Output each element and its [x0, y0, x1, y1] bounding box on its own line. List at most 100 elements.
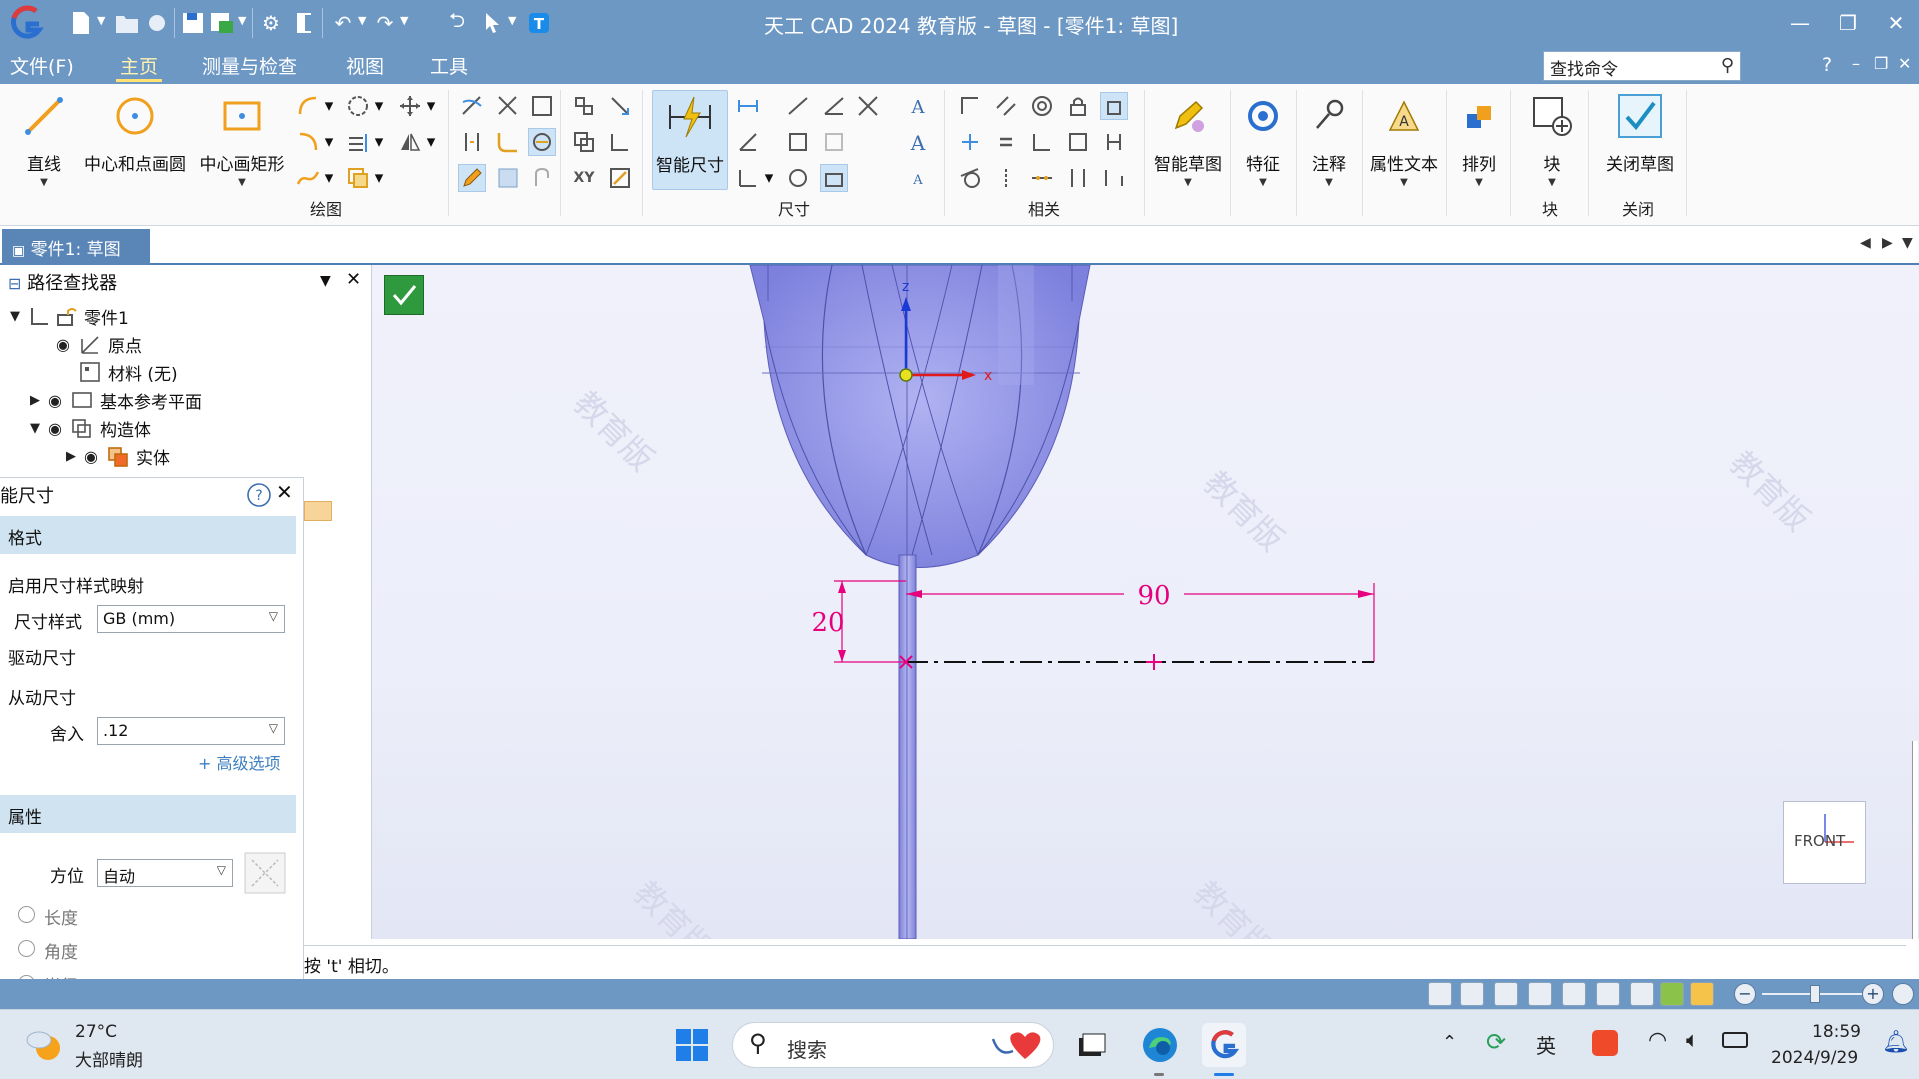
split-icon[interactable]	[458, 128, 486, 156]
shading-icon[interactable]	[1660, 982, 1684, 1006]
maintain-relation-icon[interactable]	[1100, 128, 1128, 156]
sketch-item-icon[interactable]	[304, 501, 332, 521]
expand-right-icon[interactable]: ▶	[30, 393, 48, 408]
radius-dimension-icon[interactable]	[784, 164, 812, 192]
sync-icon[interactable]: ⟳	[1486, 1028, 1506, 1056]
format-section-header[interactable]: 格式	[0, 516, 296, 554]
document-tab[interactable]: ▣ 零件1: 草图	[2, 229, 150, 265]
horizontal-vertical-icon[interactable]	[1064, 164, 1092, 192]
angle-coordinate-icon[interactable]	[820, 92, 848, 120]
panel-close-icon[interactable]: ✕	[346, 269, 361, 290]
windows-start-icon[interactable]	[670, 1023, 714, 1067]
mirror-icon[interactable]	[396, 128, 424, 156]
enable-style-mapping-checkbox[interactable]: 启用尺寸样式映射	[8, 572, 144, 597]
menu-tab-home[interactable]: 主页	[116, 52, 163, 82]
taskbar-search-box[interactable]: ⚲ 搜索	[732, 1022, 1054, 1068]
symmetric-dimension-icon[interactable]	[784, 92, 812, 120]
app-logo-icon[interactable]	[6, 4, 46, 42]
length-radio[interactable]	[18, 906, 35, 923]
command-search-input[interactable]: 查找命令 ⚲	[1543, 51, 1741, 81]
chevron-down-icon[interactable]: ▾	[372, 164, 386, 192]
attribute-section-header[interactable]: 属性	[0, 795, 296, 833]
tree-item-origin[interactable]: ◉ 原点	[56, 331, 142, 357]
dimension-style-icon[interactable]	[820, 164, 848, 192]
help-icon[interactable]: ?	[1822, 54, 1832, 76]
notification-bell-icon[interactable]: 🔔︎	[1882, 1030, 1910, 1055]
wifi-icon[interactable]: ◠	[1648, 1028, 1667, 1053]
advanced-options-link[interactable]: + 高级选项	[198, 750, 281, 774]
clock-time[interactable]: 18:59	[1812, 1022, 1861, 1042]
orientation-options-icon[interactable]	[244, 852, 286, 894]
edit-dimension-icon[interactable]	[606, 164, 634, 192]
grid-icon[interactable]	[570, 92, 598, 120]
tree-item-ref-planes[interactable]: ▶ ◉ 基本参考平面	[30, 387, 202, 413]
relation-assistant-icon[interactable]	[1100, 164, 1128, 192]
driven-dimension-radio[interactable]: 从动尺寸	[8, 684, 76, 709]
hatch-icon[interactable]	[494, 164, 522, 192]
angle-dimension-icon[interactable]	[734, 128, 762, 156]
select-dropdown[interactable]: ▼	[508, 14, 520, 28]
lock-relation-icon[interactable]	[1064, 92, 1092, 120]
menu-tab-measure[interactable]: 测量与检查	[202, 52, 297, 82]
sketch-dimensions[interactable]: 20 90	[811, 579, 1375, 670]
arrange-button[interactable]: 排列 ▼	[1452, 90, 1506, 188]
project-icon[interactable]	[528, 128, 556, 156]
zoom-reset-icon[interactable]	[1892, 983, 1914, 1005]
model-canvas[interactable]: 教育版 教育版 教育版 教育版 教育版 z x 20 90	[372, 265, 1919, 939]
chevron-down-icon[interactable]: ▾	[322, 164, 336, 192]
view-display-icon[interactable]	[1460, 982, 1484, 1006]
accept-checkmark-button[interactable]	[384, 275, 424, 315]
minimize-icon[interactable]: —	[1780, 8, 1820, 38]
angle-radio[interactable]	[18, 940, 35, 957]
sketch-pencil-icon[interactable]	[458, 164, 486, 192]
save-dropdown[interactable]: ▼	[238, 14, 250, 28]
scale-icon[interactable]	[606, 92, 634, 120]
open-file-icon[interactable]	[112, 8, 142, 38]
smart-sketch-button[interactable]: 智能草图 ▼	[1150, 90, 1226, 188]
corner-icon[interactable]	[528, 92, 556, 120]
dimension-90-label[interactable]: 90	[1137, 581, 1170, 611]
menu-tab-tools[interactable]: 工具	[430, 52, 468, 82]
view-camera-icon[interactable]	[1428, 982, 1452, 1006]
redo-dropdown[interactable]: ▼	[400, 14, 412, 28]
menu-tab-view[interactable]: 视图	[346, 52, 384, 82]
edge-browser-icon[interactable]	[1138, 1023, 1182, 1067]
zoom-icon[interactable]	[1528, 982, 1552, 1006]
orientation-select[interactable]: 自动 ▽	[97, 859, 233, 887]
viewport-side-tab[interactable]	[1912, 741, 1918, 939]
chevron-down-icon[interactable]: ▼	[40, 177, 48, 188]
symmetric-relation-icon[interactable]	[992, 164, 1020, 192]
expand-right-icon[interactable]: ▶	[66, 449, 84, 464]
fit-view-icon[interactable]	[1562, 982, 1586, 1006]
visibility-eye-icon[interactable]: ◉	[48, 391, 70, 410]
zoom-area-icon[interactable]	[1494, 982, 1518, 1006]
connect-relation-icon[interactable]	[956, 92, 984, 120]
center-point-circle-button[interactable]: 中心和点画圆	[80, 90, 190, 175]
coordinate-dimension-icon[interactable]	[734, 164, 762, 192]
panel-close-icon[interactable]: ✕	[276, 480, 293, 504]
new-file-icon[interactable]	[66, 8, 96, 38]
visibility-eye-icon[interactable]: ◉	[84, 447, 106, 466]
pan-icon[interactable]	[1596, 982, 1620, 1006]
chevron-down-icon[interactable]: ▾	[322, 128, 336, 156]
round-select[interactable]: .12 ▽	[97, 717, 285, 745]
annotation-button[interactable]: 注释 ▼	[1302, 90, 1356, 188]
block-button[interactable]: 块 ▼	[1524, 90, 1580, 188]
panel-menu-icon[interactable]: ▼	[320, 273, 331, 289]
chevron-down-icon[interactable]: ▼	[1259, 177, 1267, 188]
taskbar-cad-app-icon[interactable]	[1202, 1023, 1246, 1067]
rotate-view-icon[interactable]	[1630, 982, 1654, 1006]
3d-viewport[interactable]: 教育版 教育版 教育版 教育版 教育版 z x 20 90 FRONT	[372, 265, 1919, 939]
include-icon[interactable]	[528, 164, 556, 192]
collinear-relation-icon[interactable]	[1028, 164, 1056, 192]
property-text-button[interactable]: A 属性文本 ▼	[1366, 90, 1442, 188]
tab-next-icon[interactable]: ▶	[1882, 235, 1893, 251]
line-button[interactable]: 直线 ▼	[18, 90, 70, 188]
style-icon[interactable]	[1690, 982, 1714, 1006]
weather-partly-sunny-icon[interactable]	[24, 1024, 66, 1064]
view-cube[interactable]: FRONT	[1783, 801, 1866, 884]
repeat-command-icon[interactable]: ⮌	[442, 8, 472, 38]
fill-region-icon[interactable]	[344, 164, 372, 192]
close-sketch-button[interactable]: 关闭草图	[1600, 90, 1680, 175]
expand-down-icon[interactable]: ▼	[10, 309, 28, 324]
